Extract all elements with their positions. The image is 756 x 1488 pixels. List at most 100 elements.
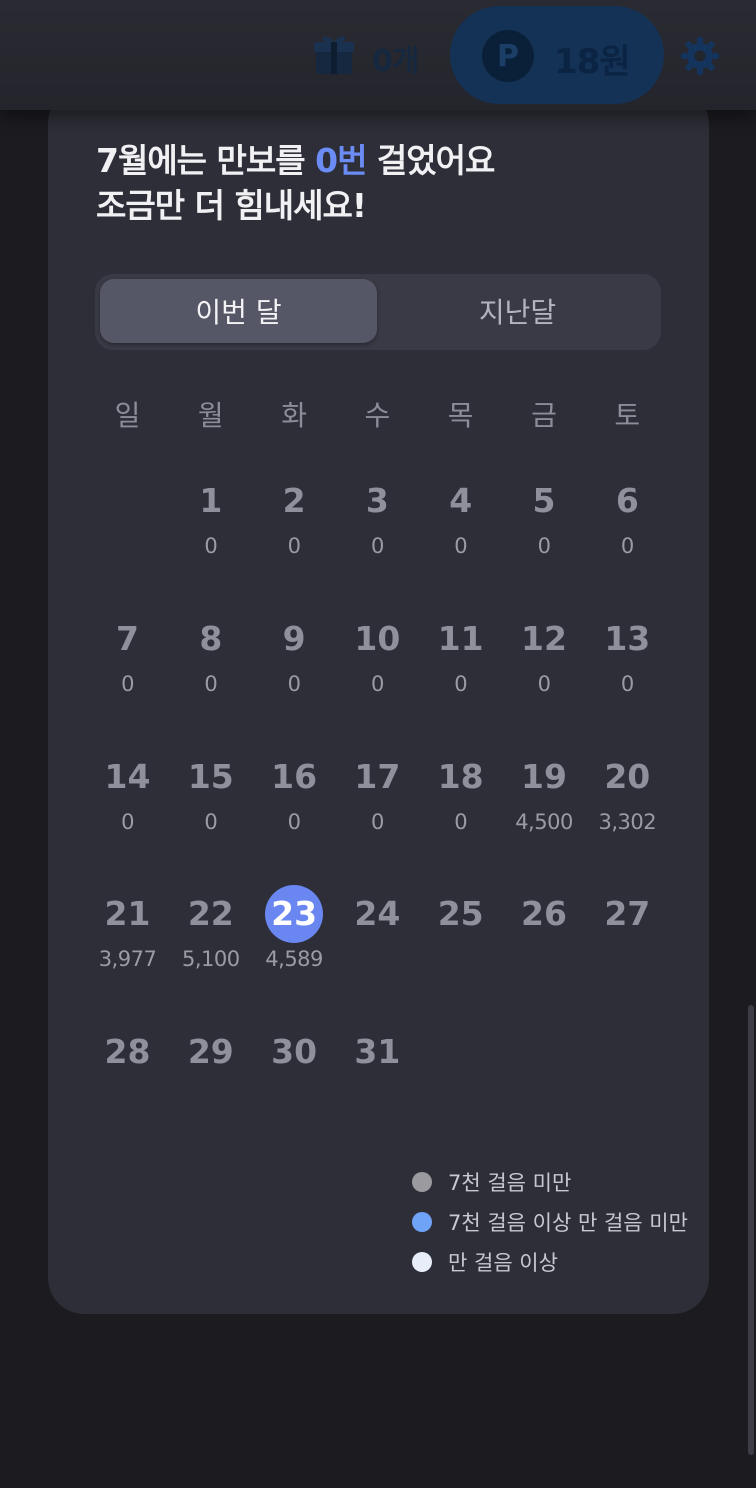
legend-item: 7천 걸음 이상 만 걸음 미만 [412, 1202, 688, 1242]
day-number: 9 [282, 618, 306, 658]
calendar-day[interactable]: 10 0 [336, 606, 419, 736]
day-step-count: 0 [121, 809, 134, 834]
calendar-day[interactable]: 24 [336, 881, 419, 1011]
weekday-label: 목 [447, 399, 474, 432]
weekday-label: 토 [614, 399, 641, 432]
calendar-day[interactable]: 28 [86, 1019, 169, 1149]
day-step-count: 0 [287, 534, 301, 558]
day-number: 25 [437, 894, 484, 934]
gift-count: 0개 [372, 44, 419, 79]
calendar-day[interactable]: 10 [169, 468, 252, 598]
day-step-count: 0 [370, 809, 384, 834]
weekday-label: 화 [281, 399, 307, 432]
calendar-day[interactable]: 26 [503, 881, 586, 1011]
day-number: 16 [271, 756, 318, 796]
day-number: 28 [104, 1032, 151, 1072]
calendar-day[interactable]: 70 [86, 606, 169, 736]
day-number: 1 [199, 481, 223, 520]
calendar-day[interactable]: 80 [169, 606, 252, 736]
weekday-label: 일 [114, 399, 141, 432]
day-number: 12 [521, 618, 567, 658]
legend-dot-icon [412, 1252, 432, 1272]
day-step-count: 0 [454, 809, 468, 834]
calendar-day[interactable]: 20 3,302 [586, 744, 669, 874]
calendar-day-today[interactable]: 23 4,589 [253, 881, 336, 1011]
day-step-count: 0 [454, 671, 468, 696]
calendar-day[interactable]: 13 0 [586, 606, 669, 736]
calendar-day[interactable]: 12 0 [503, 606, 586, 736]
day-number: 7 [116, 618, 139, 658]
legend-label: 7천 걸음 이상 만 걸음 미만 [448, 1211, 688, 1235]
day-step-count: 0 [287, 671, 301, 696]
day-number: 21 [104, 894, 151, 934]
day-step-count: 4,589 [265, 947, 323, 972]
legend-item: 만 걸음 이상 [412, 1242, 688, 1282]
month-tab-switcher: 이번 달 지난달 [95, 274, 661, 350]
day-step-count: 0 [204, 809, 218, 834]
day-number: 24 [354, 894, 401, 934]
legend-dot-icon [412, 1212, 432, 1232]
day-step-count: 0 [537, 671, 551, 696]
day-number: 4 [449, 481, 473, 520]
day-number: 2 [282, 481, 306, 520]
tab-last-month[interactable]: 지난달 [379, 279, 656, 343]
monthly-steps-card: 7월에는 만보를 0번 걸었어요 조금만 더 힘내세요! 이번 달 지난달 일 월… [48, 88, 709, 1314]
day-number: 22 [187, 894, 234, 934]
day-number: 18 [437, 756, 484, 796]
calendar-day[interactable]: 11 0 [419, 606, 502, 736]
headline: 7월에는 만보를 0번 걸었어요 조금만 더 힘내세요! [96, 138, 495, 228]
calendar-day[interactable]: 25 [419, 881, 502, 1011]
calendar-day[interactable]: 27 [586, 881, 669, 1011]
day-number: 29 [187, 1032, 234, 1072]
weekday-label: 수 [364, 399, 391, 432]
calendar-day[interactable]: 30 [336, 468, 419, 598]
day-number: 13 [604, 618, 651, 658]
calendar-day[interactable]: 31 [336, 1019, 419, 1149]
day-number: 6 [615, 481, 639, 520]
calendar-day[interactable]: 20 [253, 468, 336, 598]
day-number: 20 [604, 756, 651, 796]
day-number: 10 [354, 618, 401, 658]
day-step-count: 0 [204, 671, 218, 696]
day-number: 3 [365, 481, 389, 520]
day-number: 30 [271, 1032, 318, 1072]
gear-icon[interactable] [678, 34, 722, 78]
day-number: 31 [354, 1032, 401, 1072]
legend-dot-icon [412, 1172, 432, 1192]
legend-label: 7천 걸음 미만 [448, 1171, 572, 1195]
goal-count-highlight: 0번 [315, 141, 367, 180]
day-step-count: 0 [370, 534, 384, 558]
scrollbar[interactable] [748, 1005, 754, 1455]
point-balance-button[interactable]: P 18원 [450, 6, 664, 104]
day-number: 23 [265, 885, 324, 944]
calendar-day[interactable]: 50 [503, 468, 586, 598]
day-step-count: 0 [287, 809, 301, 834]
calendar-day[interactable]: 14 0 [86, 744, 169, 874]
calendar-day[interactable]: 19 4,500 [503, 744, 586, 874]
calendar-day[interactable]: 21 3,977 [86, 881, 169, 1011]
day-step-count: 0 [537, 534, 551, 558]
calendar-day[interactable]: 16 0 [253, 744, 336, 874]
calendar-day[interactable]: 15 0 [169, 744, 252, 874]
calendar-day[interactable]: 90 [253, 606, 336, 736]
calendar-day[interactable]: 22 5,100 [169, 881, 252, 1011]
calendar-day[interactable]: 30 [253, 1019, 336, 1149]
calendar-day[interactable]: 17 0 [336, 744, 419, 874]
day-number: 5 [532, 481, 556, 520]
calendar-day[interactable]: 60 [586, 468, 669, 598]
day-number: 11 [437, 618, 484, 658]
top-bar: 0개 P 18원 [0, 0, 756, 110]
day-number: 8 [199, 618, 223, 658]
legend-label: 만 걸음 이상 [448, 1251, 558, 1275]
calendar-day[interactable]: 18 0 [419, 744, 502, 874]
day-number: 17 [354, 756, 401, 796]
tab-this-month[interactable]: 이번 달 [100, 279, 377, 343]
day-step-count: 0 [370, 671, 384, 696]
gift-icon[interactable] [312, 32, 356, 76]
calendar-day[interactable]: 40 [419, 468, 502, 598]
calendar-day[interactable]: 29 [169, 1019, 252, 1149]
legend: 7천 걸음 미만 7천 걸음 이상 만 걸음 미만만 걸음 이상 [412, 1162, 688, 1282]
weekday-label: 금 [531, 399, 557, 432]
headline-line-1: 7월에는 만보를 0번 걸었어요 [96, 141, 495, 180]
day-step-count: 3,977 [98, 947, 157, 972]
